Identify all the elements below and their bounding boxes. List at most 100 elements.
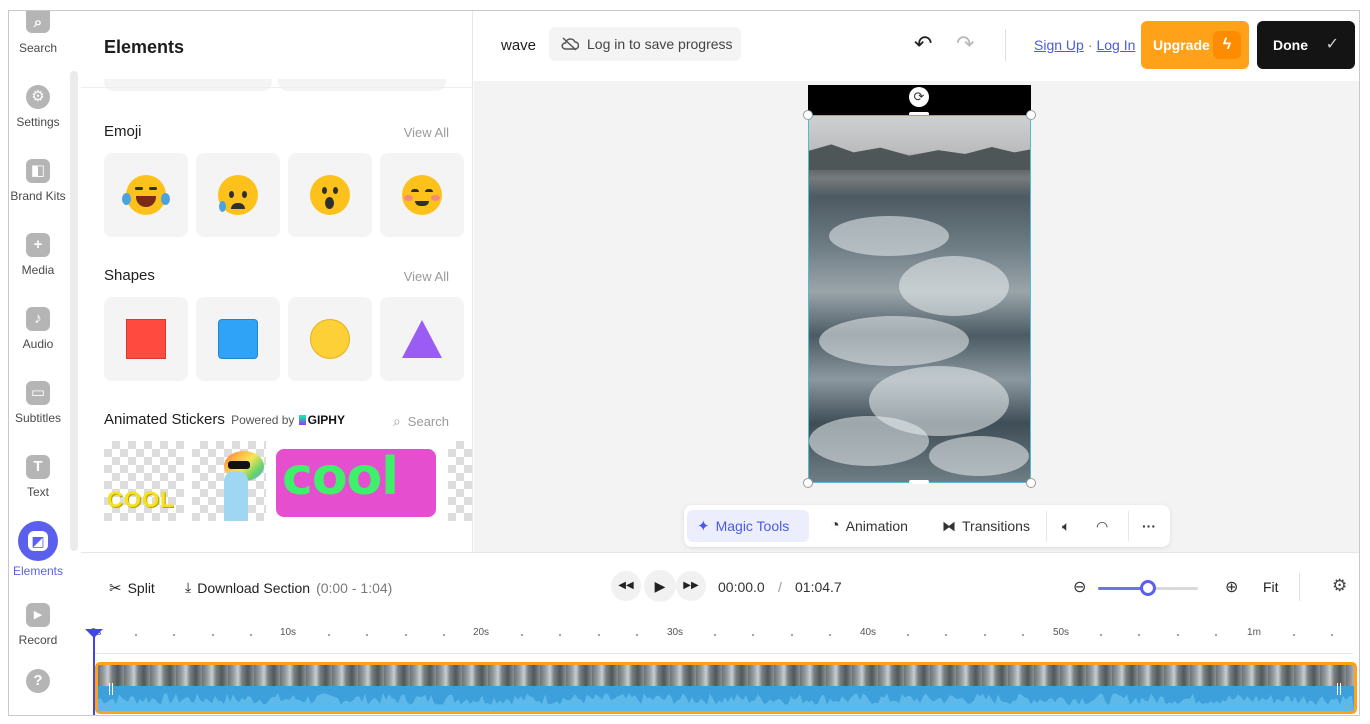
split-button[interactable]: ✂ Split <box>109 579 155 597</box>
shape-tile-circle[interactable] <box>288 297 372 381</box>
rail-label: Text <box>26 485 49 499</box>
left-rail: ⌕ Search ⚙ Settings ◧ Brand Kits + Media… <box>9 11 67 715</box>
resize-handle-bottom[interactable] <box>909 480 929 484</box>
sign-up-link[interactable]: Sign Up <box>1034 37 1084 53</box>
video-layer[interactable]: ⟳ <box>803 85 1036 488</box>
sticker-search[interactable]: ⌕ Search <box>393 413 449 430</box>
rail-item-media[interactable]: + Media <box>9 233 67 299</box>
zoom-slider-knob[interactable] <box>1140 580 1156 596</box>
ruler-tick <box>443 634 446 636</box>
shape-tile-triangle[interactable] <box>380 297 464 381</box>
download-section-button[interactable]: ⤓ Download Section (0:00 - 1:04) <box>185 579 392 596</box>
shapes-view-all-link[interactable]: View All <box>404 269 449 284</box>
emoji-section-title: Emoji <box>104 123 142 140</box>
rail-item-settings[interactable]: ⚙ Settings <box>9 85 67 151</box>
elements-panel: Elements Emoji View All Shapes View All … <box>81 11 473 552</box>
rail-item-help[interactable]: ? <box>9 669 67 715</box>
zoom-slider[interactable] <box>1098 580 1198 596</box>
sticker-partial[interactable] <box>448 441 472 521</box>
rail-item-subtitles[interactable]: ▭ Subtitles <box>9 381 67 447</box>
zoom-out-icon[interactable]: ⊖ <box>1073 577 1086 597</box>
resize-handle-corner[interactable] <box>803 478 813 488</box>
timeline-settings-icon[interactable]: ⚙ <box>1332 576 1347 596</box>
shape-tile-square-red[interactable] <box>104 297 188 381</box>
trim-handle-left[interactable] <box>109 683 113 695</box>
total-time: 01:04.7 <box>795 579 842 595</box>
emoji-tile-laughing[interactable] <box>104 153 188 237</box>
rail-item-text[interactable]: T Text <box>9 455 67 521</box>
brand-kits-icon: ◧ <box>26 159 50 183</box>
emoji-tile-sad[interactable] <box>196 153 280 237</box>
rail-item-elements[interactable]: ◩ Elements <box>9 521 67 587</box>
resize-handle-corner[interactable] <box>803 110 813 120</box>
lightning-icon: ϟ <box>1213 31 1241 59</box>
rail-item-search[interactable]: ⌕ Search <box>9 11 67 77</box>
emoji-tile-surprised[interactable] <box>288 153 372 237</box>
text-icon: T <box>26 455 50 479</box>
rail-item-audio[interactable]: ♪ Audio <box>9 307 67 373</box>
check-icon: ✓ <box>1325 36 1339 53</box>
play-icon[interactable]: ▶ <box>644 570 676 602</box>
ruler-tick <box>1138 634 1141 636</box>
log-in-link[interactable]: Log In <box>1096 37 1135 53</box>
volume-button[interactable]: 🔈︎ <box>1052 510 1080 542</box>
smiling-blush-emoji-icon <box>402 175 442 215</box>
rail-label: Media <box>21 263 55 277</box>
divider <box>1005 29 1006 61</box>
emoji-view-all-link[interactable]: View All <box>404 125 449 140</box>
emoji-tile-smiling[interactable] <box>380 153 464 237</box>
zoom-in-icon[interactable]: ⊕ <box>1225 577 1238 597</box>
panel-title: Elements <box>104 37 185 57</box>
speedometer-icon: ◠ <box>1096 517 1109 534</box>
sticker-cool-pink[interactable]: cool <box>274 441 442 521</box>
upgrade-button[interactable]: Upgrade ϟ <box>1141 21 1249 69</box>
magic-tools-button[interactable]: ✦ Magic Tools <box>687 510 809 542</box>
video-track-clip[interactable] <box>95 662 1357 714</box>
rail-label: Audio <box>22 337 54 351</box>
rail-scrollbar[interactable] <box>70 71 78 551</box>
time-ruler: 0s 10s 20s 30s 40s 50s 1m <box>91 627 1353 654</box>
speed-button[interactable]: ◠ <box>1086 510 1118 542</box>
rail-item-brand-kits[interactable]: ◧ Brand Kits <box>9 159 67 225</box>
animation-button[interactable]: ◔ Animation <box>820 510 918 542</box>
shape-tile-rounded-square[interactable] <box>196 297 280 381</box>
ruler-baseline <box>93 653 1353 654</box>
sticker-cool-yellow[interactable]: COOL <box>104 441 184 521</box>
redo-icon[interactable]: ↷ <box>956 33 974 55</box>
skip-forward-icon[interactable]: ▶▶ <box>676 571 706 601</box>
ruler-tick <box>250 634 253 636</box>
done-button[interactable]: Done ✓ <box>1257 21 1355 69</box>
sticker-text: COOL <box>107 487 175 512</box>
fit-button[interactable]: Fit <box>1263 579 1279 595</box>
sticker-unicorn[interactable] <box>192 441 266 521</box>
rail-item-record[interactable]: ▶ Record <box>9 603 67 669</box>
media-icon: + <box>26 233 50 257</box>
ruler-tick <box>1176 634 1179 636</box>
red-square-icon <box>126 319 166 359</box>
rail-label: Elements <box>12 564 64 578</box>
pony-body-shape <box>224 471 248 521</box>
rail-label: Brand Kits <box>10 189 66 203</box>
project-name[interactable]: wave <box>501 37 536 54</box>
prev-row-tile <box>104 79 272 91</box>
resize-handle-corner[interactable] <box>1026 110 1036 120</box>
search-icon: ⌕ <box>392 413 401 429</box>
ruler-label: 50s <box>1052 627 1070 638</box>
ruler-label: 10s <box>279 627 297 638</box>
resize-handle-corner[interactable] <box>1026 478 1036 488</box>
more-options-button[interactable]: ··· <box>1132 510 1166 542</box>
ruler-tick <box>829 634 832 636</box>
blue-rounded-square-icon <box>218 319 258 359</box>
rail-label: Record <box>18 633 58 647</box>
ruler-tick <box>1022 634 1025 636</box>
waveform-shape <box>98 693 1354 711</box>
skip-back-icon[interactable]: ◀◀ <box>611 571 641 601</box>
rotate-handle-icon[interactable]: ⟳ <box>909 87 929 107</box>
undo-icon[interactable]: ↶ <box>914 33 932 55</box>
divider <box>1046 511 1047 541</box>
transitions-button[interactable]: ⧓ Transitions <box>932 510 1040 542</box>
ruler-tick <box>404 634 407 636</box>
save-progress-button[interactable]: Log in to save progress <box>549 27 741 61</box>
trim-handle-right[interactable] <box>1337 683 1341 695</box>
playhead-line[interactable] <box>93 629 95 715</box>
